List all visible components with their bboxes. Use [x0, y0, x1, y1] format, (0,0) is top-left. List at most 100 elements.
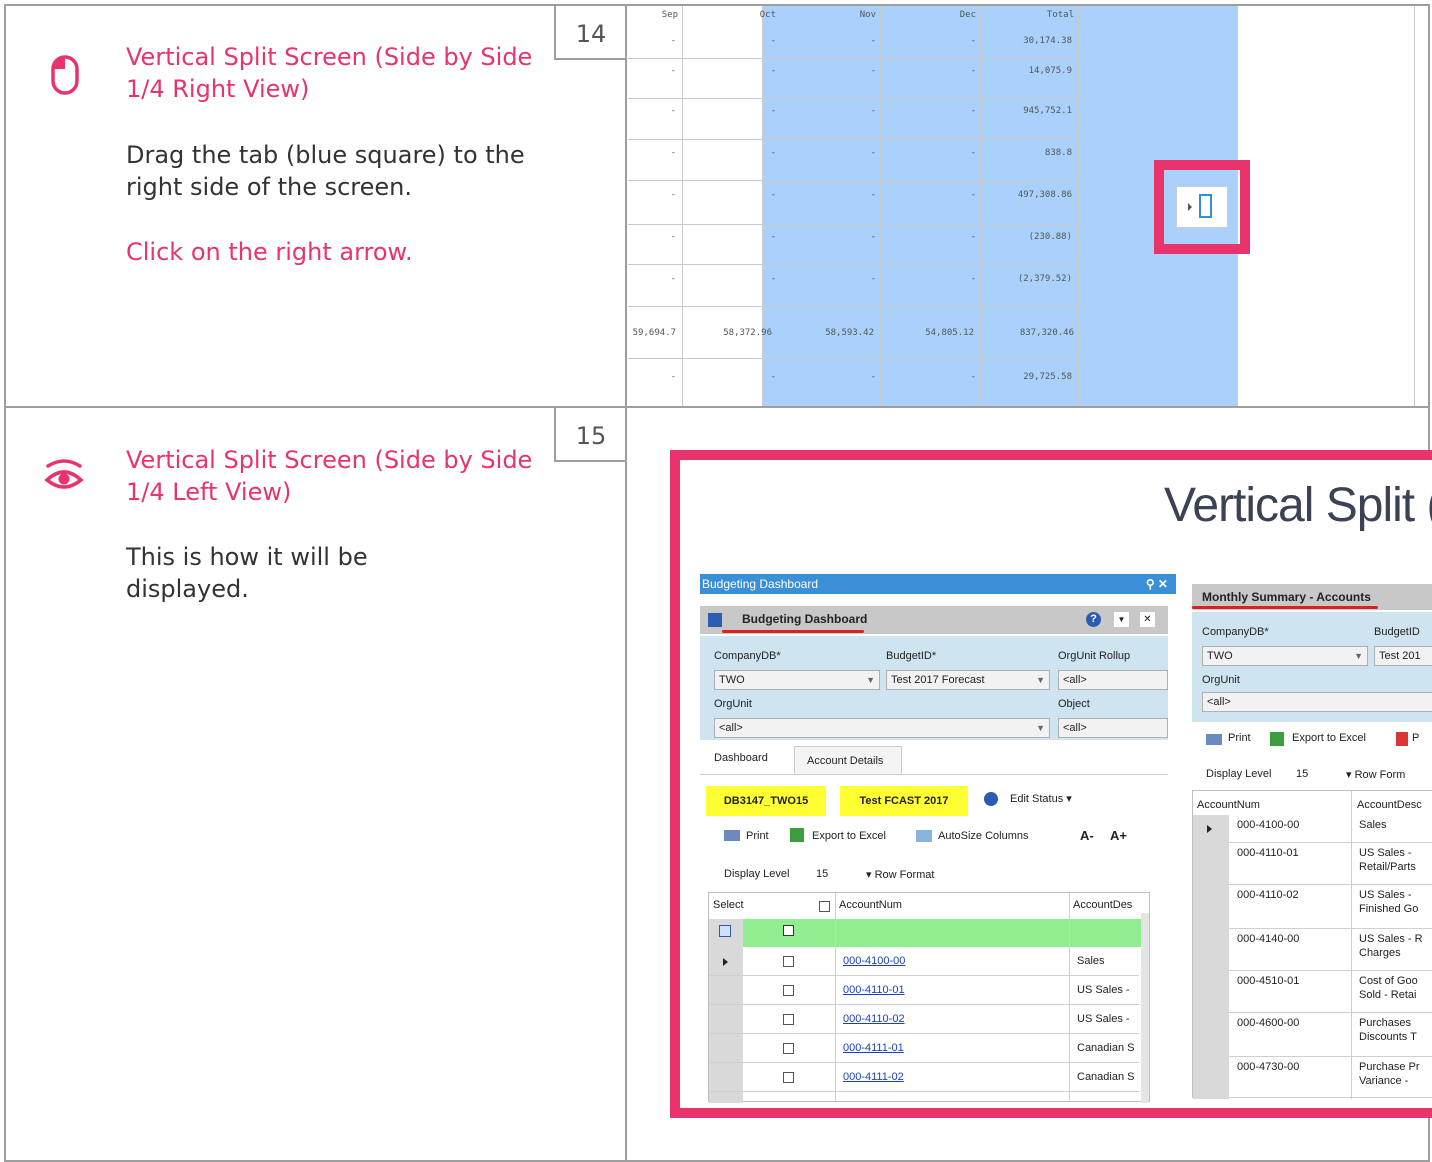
company-label: CompanyDB*	[714, 650, 781, 662]
font-smaller-button[interactable]: A-	[1080, 828, 1094, 843]
right-desc-1: US Sales -	[1359, 847, 1412, 859]
grid-row-line	[1229, 842, 1432, 843]
step-14-body: Drag the tab (blue square) to the right …	[126, 141, 525, 201]
row-checkbox[interactable]	[783, 1014, 794, 1025]
edit-status-button[interactable]: Edit Status ▾	[1010, 792, 1072, 805]
column-divider	[625, 4, 627, 1162]
grid14-total-cell: 497,308.86	[1017, 190, 1072, 200]
row-format-button[interactable]: ▾ Row Format	[866, 868, 934, 881]
filter-row-icon[interactable]	[719, 925, 731, 937]
grid14-dash-cell: -	[670, 190, 676, 200]
object-select[interactable]: <all>	[1058, 718, 1168, 738]
tab-dashboard[interactable]: Dashboard	[714, 752, 768, 764]
pin-close-icons[interactable]: ⚲ ✕	[1146, 574, 1168, 594]
grid14-total-cell: 30,174.38	[1023, 36, 1072, 46]
step-14-action: Click on the right arrow.	[126, 238, 413, 266]
grid14-dash-cell: -	[870, 190, 876, 200]
right-arrow-icon[interactable]	[1188, 203, 1192, 211]
right-orgunit-label: OrgUnit	[1202, 674, 1240, 686]
dropdown-icon[interactable]: ▼	[1114, 612, 1129, 627]
orgunit-label: OrgUnit	[714, 698, 752, 710]
right-print-button[interactable]: Print	[1228, 732, 1251, 744]
grid-row-line	[709, 1033, 1139, 1034]
row-checkbox[interactable]	[783, 985, 794, 996]
split-title: Vertical Split (	[1164, 479, 1432, 532]
grid14-header: Nov	[859, 10, 876, 20]
grid14-dash-cell: -	[770, 148, 776, 158]
account-link[interactable]: 000-4111-02	[843, 1071, 904, 1083]
right-row-format-button[interactable]: ▾ Row Form	[1346, 768, 1405, 781]
grid14-dash-cell: -	[770, 190, 776, 200]
right-orgunit-select[interactable]: <all>	[1202, 692, 1432, 712]
company-select[interactable]: TWO ▼	[714, 670, 880, 690]
account-link[interactable]: 000-4111-01	[843, 1042, 904, 1054]
pdf-icon	[1396, 732, 1408, 746]
right-company-select[interactable]: TWO ▼	[1202, 646, 1368, 666]
grid14-dash-cell: -	[770, 372, 776, 382]
account-link[interactable]: 000-4110-01	[843, 984, 905, 996]
grid14-dash-cell: -	[670, 274, 676, 284]
font-larger-button[interactable]: A+	[1110, 828, 1127, 843]
account-desc: Canadian S	[1077, 1071, 1135, 1083]
split-tab-button[interactable]	[1176, 186, 1228, 228]
grid14-dash-cell: -	[970, 274, 976, 284]
right-p-button[interactable]: P	[1412, 732, 1419, 744]
grid14-dash-cell: -	[670, 106, 676, 116]
right-col-account[interactable]: AccountNum	[1197, 799, 1260, 811]
col-desc[interactable]: AccountDes	[1073, 899, 1132, 911]
grid14-dash-cell: -	[970, 106, 976, 116]
grid14-dash-cell: -	[870, 148, 876, 158]
tag-company: DB3147_TWO15	[706, 786, 826, 816]
help-icon[interactable]: ?	[1086, 612, 1101, 627]
select-all-checkbox[interactable]	[819, 901, 830, 912]
right-desc-2: Variance -	[1359, 1075, 1409, 1087]
row-pointer-icon	[1207, 825, 1212, 833]
grid14-dash-cell: -	[670, 36, 676, 46]
account-link[interactable]: 000-4110-02	[843, 1013, 905, 1025]
grid-col-line	[1069, 893, 1070, 1103]
display-level-value[interactable]: 15	[816, 868, 828, 880]
budget-select[interactable]: Test 2017 Forecast ▼	[886, 670, 1050, 690]
grid14-dash-cell: -	[770, 232, 776, 242]
grid14-sum-cell: 59,694.7	[632, 328, 676, 338]
grid14-dash-cell: -	[770, 106, 776, 116]
grid14-dash-cell: -	[970, 66, 976, 76]
row-checkbox[interactable]	[783, 1043, 794, 1054]
orgunit-select[interactable]: <all> ▼	[714, 718, 1050, 738]
pane-icon	[1199, 194, 1212, 218]
export-excel-button[interactable]: Export to Excel	[812, 830, 886, 842]
right-account: 000-4110-02	[1237, 889, 1299, 901]
col-account[interactable]: AccountNum	[839, 899, 902, 911]
grid14-dash-cell: -	[770, 36, 776, 46]
grid-col-line	[835, 893, 836, 1103]
right-budget-label: BudgetID	[1374, 626, 1420, 638]
grid-row-line	[1229, 1012, 1432, 1013]
autosize-button[interactable]: AutoSize Columns	[938, 830, 1029, 842]
right-col-desc[interactable]: AccountDesc	[1357, 799, 1422, 811]
right-export-button[interactable]: Export to Excel	[1292, 732, 1366, 744]
right-desc-1: US Sales -	[1359, 889, 1412, 901]
right-display-level-value[interactable]: 15	[1296, 768, 1308, 780]
right-desc-2: Retail/Parts	[1359, 861, 1416, 873]
account-link[interactable]: 000-4100-00	[843, 955, 905, 967]
right-budget-select[interactable]: Test 201	[1374, 646, 1432, 666]
budgeting-window-title: Budgeting Dashboard	[702, 577, 819, 591]
grid14-dash-cell: -	[870, 36, 876, 46]
row-checkbox[interactable]	[783, 1072, 794, 1083]
vertical-scrollbar[interactable]	[1141, 913, 1149, 1103]
filter-checkbox[interactable]	[783, 925, 794, 936]
tab-account-details[interactable]: Account Details	[794, 746, 902, 774]
print-button[interactable]: Print	[746, 830, 769, 842]
grid14-sum-cell: 58,593.42	[825, 328, 874, 338]
grid14-dash-cell: -	[970, 190, 976, 200]
grid14-dash-cell: -	[970, 148, 976, 158]
grid14-total-cell: 838.8	[1044, 148, 1072, 158]
autosize-icon	[916, 830, 932, 842]
rollup-select[interactable]: <all>	[1058, 670, 1168, 690]
row-checkbox[interactable]	[783, 956, 794, 967]
account-desc: US Sales -	[1077, 1013, 1130, 1025]
right-grid: AccountNum AccountDesc 000-4100-00 Sales 0…	[1192, 790, 1432, 1099]
close-icon[interactable]: ✕	[1140, 612, 1155, 627]
step-15-number: 15	[554, 408, 626, 462]
print-icon	[724, 830, 740, 841]
